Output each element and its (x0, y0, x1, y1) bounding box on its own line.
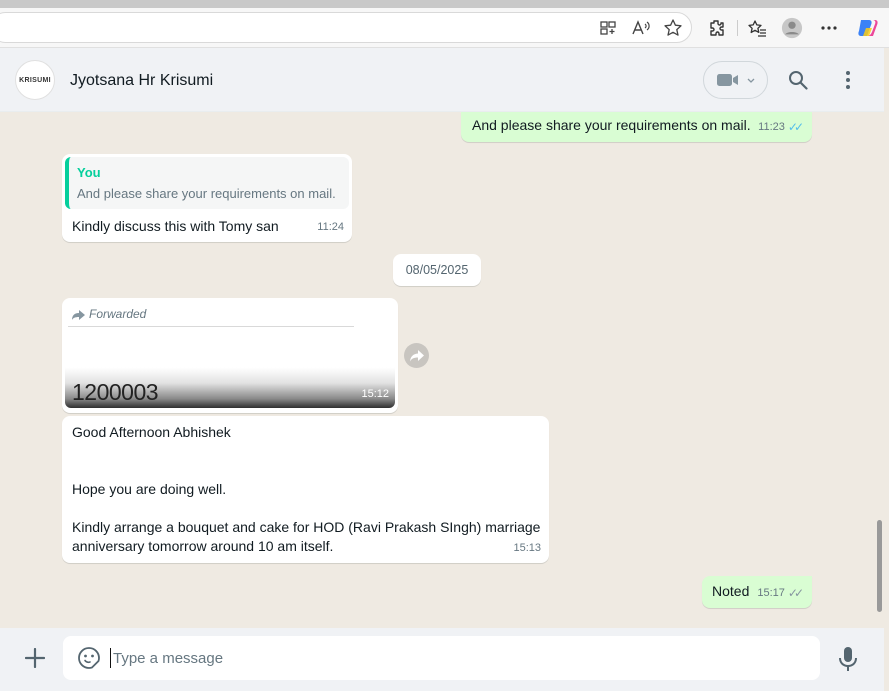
message-line: Kindly arrange a bouquet and cake for HO… (72, 519, 541, 535)
read-receipt-icon: ✓✓ (787, 120, 804, 134)
chat-header: KRISUMI Jyotsana Hr Krisumi (0, 48, 884, 112)
message-time: 15:12 (361, 388, 389, 400)
reading-view-icon[interactable] (597, 17, 619, 39)
message-meta: 11:24 (317, 218, 344, 237)
image-attachment[interactable]: 1200003 15:12 (65, 330, 395, 408)
search-icon[interactable] (786, 68, 810, 92)
share-button[interactable] (404, 343, 429, 368)
quote-author: You (77, 165, 101, 180)
message-composer (0, 628, 884, 691)
message-line: anniversary tomorrow around 10 am itself… (72, 538, 334, 554)
text-caret (110, 648, 111, 668)
message-bubble-outgoing[interactable]: Noted 15:17 ✓✓ (702, 576, 812, 608)
quote-text: And please share your requirements on ma… (77, 186, 336, 201)
video-call-icon (716, 74, 738, 86)
profile-icon[interactable] (781, 17, 803, 39)
favorite-star-icon[interactable] (662, 17, 684, 39)
message-time: 15:13 (513, 542, 541, 554)
message-time: 15:17 (757, 587, 785, 599)
message-bubble-forwarded-image[interactable]: Forwarded 1200003 15:12 (62, 298, 398, 413)
address-bar[interactable] (0, 12, 692, 43)
date-separator: 08/05/2025 (393, 254, 481, 286)
video-call-button[interactable] (703, 61, 768, 99)
mic-icon[interactable] (836, 646, 860, 672)
message-input-box[interactable] (63, 636, 820, 680)
toolbar-separator (737, 20, 738, 36)
message-text: Noted (712, 583, 750, 599)
message-text: Kindly discuss this with Tomy san (72, 218, 279, 234)
browser-tab-strip (0, 0, 889, 8)
forward-icon (72, 309, 85, 320)
forwarded-label: Forwarded (72, 305, 146, 324)
message-bubble-outgoing[interactable]: And please share your requirements on ma… (461, 112, 812, 142)
image-caption-text: 1200003 (72, 379, 159, 405)
browser-toolbar (0, 8, 889, 48)
contact-name[interactable]: Jyotsana Hr Krisumi (70, 72, 213, 90)
share-icon (409, 349, 424, 361)
menu-icon[interactable] (836, 68, 860, 92)
message-line: Good Afternoon Abhishek (72, 424, 231, 440)
plus-icon[interactable] (22, 645, 48, 671)
more-icon[interactable] (818, 17, 840, 39)
message-time: 11:23 (758, 121, 785, 133)
message-time: 11:24 (317, 221, 344, 233)
message-meta: 11:23 ✓✓ (758, 118, 804, 137)
forwarded-text: Forwarded (89, 307, 147, 321)
message-line: Hope you are doing well. (72, 481, 227, 497)
chevron-down-icon (747, 78, 754, 83)
quoted-message[interactable]: You And please share your requirements o… (65, 157, 349, 209)
read-aloud-icon[interactable] (630, 17, 652, 39)
message-meta: 15:17 ✓✓ (757, 584, 804, 603)
delivered-receipt-icon: ✓✓ (787, 586, 804, 600)
avatar-logo-text: KRISUMI (19, 76, 51, 84)
message-bubble-incoming[interactable]: Good Afternoon Abhishek Hope you are doi… (62, 416, 549, 563)
scrollbar-thumb[interactable] (877, 520, 882, 612)
extensions-icon[interactable] (705, 17, 727, 39)
message-meta: 15:13 (513, 539, 541, 558)
favorites-icon[interactable] (746, 17, 768, 39)
chat-scrollbar[interactable] (874, 112, 884, 628)
message-bubble-incoming[interactable]: You And please share your requirements o… (62, 154, 352, 242)
message-text: And please share your requirements on ma… (472, 117, 751, 133)
avatar[interactable]: KRISUMI (15, 60, 55, 100)
copilot-icon[interactable] (855, 15, 881, 41)
sticker-icon[interactable] (77, 646, 101, 670)
divider (68, 326, 354, 327)
message-input[interactable] (113, 643, 793, 673)
